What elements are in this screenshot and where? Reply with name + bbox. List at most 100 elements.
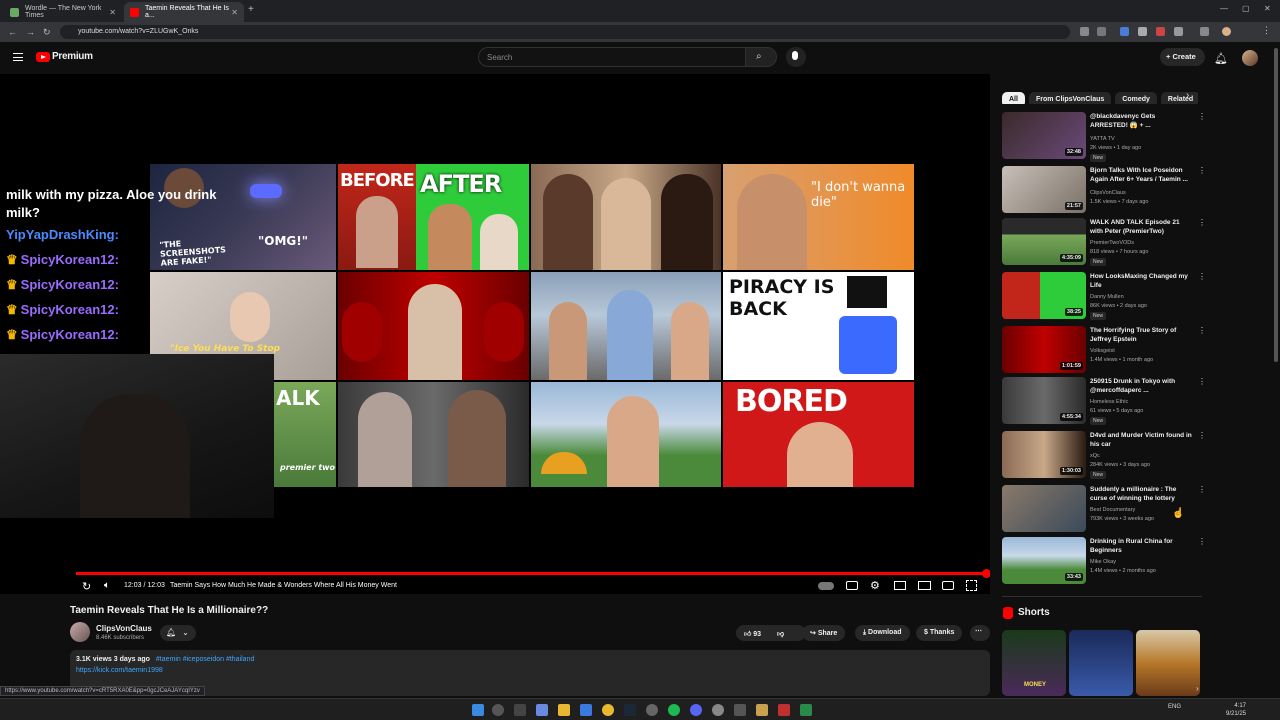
short-thumbnail[interactable]: [1069, 630, 1133, 696]
more-vertical-icon[interactable]: ⋮: [1198, 377, 1206, 386]
more-actions-button[interactable]: ⋯: [970, 625, 990, 641]
start-menu-icon[interactable]: [472, 704, 484, 716]
app-icon[interactable]: [800, 704, 812, 716]
widgets-icon[interactable]: [536, 704, 548, 716]
hamburger-menu-icon[interactable]: [13, 53, 23, 61]
app-icon[interactable]: [646, 704, 658, 716]
more-vertical-icon[interactable]: ⋮: [1198, 166, 1206, 175]
more-vertical-icon[interactable]: ⋮: [1198, 537, 1206, 546]
new-tab-icon[interactable]: +: [248, 4, 254, 15]
more-vertical-icon[interactable]: ⋮: [1198, 485, 1206, 494]
file-explorer-icon[interactable]: [558, 704, 570, 716]
chip-related[interactable]: Related: [1160, 92, 1198, 104]
thanks-button[interactable]: $ Thanks: [916, 625, 963, 641]
extension-icon[interactable]: [1156, 27, 1165, 36]
extension-icon[interactable]: [1120, 27, 1129, 36]
notifications-bell-icon[interactable]: 🔔︎: [1214, 52, 1228, 65]
close-tab-icon[interactable]: ✕: [231, 8, 238, 17]
channel-name[interactable]: ClipsVonClaus: [96, 624, 152, 633]
captions-icon[interactable]: [846, 581, 858, 590]
close-window-icon[interactable]: ✕: [1264, 4, 1271, 13]
search-button[interactable]: ⌕: [745, 47, 777, 67]
voice-search-button[interactable]: [786, 47, 806, 67]
recommendation-item[interactable]: 4:55:34 250915 Drunk in Tokyo with @merc…: [1002, 377, 1206, 427]
autoplay-toggle[interactable]: [818, 582, 834, 590]
chevron-right-icon[interactable]: ›: [1186, 90, 1189, 101]
hashtags[interactable]: #taemin #iceposeidon #thailand: [156, 656, 254, 663]
channel-avatar[interactable]: [70, 622, 90, 642]
short-thumbnail[interactable]: MONEY: [1002, 630, 1066, 696]
forward-icon[interactable]: →: [26, 27, 35, 37]
steam-icon[interactable]: [624, 704, 636, 716]
more-vertical-icon[interactable]: ⋮: [1198, 431, 1206, 440]
more-vertical-icon[interactable]: ⋮: [1198, 218, 1206, 227]
share-button[interactable]: ↪ Share: [802, 625, 846, 641]
miniplayer-icon[interactable]: [894, 581, 906, 590]
description-link[interactable]: https://kick.com/taemin1998: [76, 667, 984, 674]
extension-icon[interactable]: [1138, 27, 1147, 36]
settings-gear-icon[interactable]: ⚙: [870, 579, 880, 592]
chrome-icon[interactable]: [602, 704, 614, 716]
install-icon[interactable]: [1080, 27, 1089, 36]
app-icon[interactable]: [734, 704, 746, 716]
account-avatar[interactable]: [1242, 50, 1258, 66]
app-icon[interactable]: [712, 704, 724, 716]
progress-bar[interactable]: [76, 572, 986, 575]
page-scrollbar[interactable]: [1274, 48, 1278, 362]
replay-icon[interactable]: ↻: [82, 580, 91, 593]
recommendation-item[interactable]: 38:25 How LooksMaxing Changed my Life Da…: [1002, 272, 1206, 322]
fullscreen-icon[interactable]: [966, 580, 977, 591]
short-thumbnail[interactable]: [1136, 630, 1200, 696]
app-icon[interactable]: [756, 704, 768, 716]
url-field[interactable]: youtube.com/watch?v=ZLUGwK_Onks: [60, 25, 1070, 39]
recommendation-title: 250915 Drunk in Tokyo with @mercoffdaper…: [1090, 378, 1176, 394]
profile-avatar[interactable]: [1222, 27, 1231, 36]
more-vertical-icon[interactable]: ⋮: [1198, 326, 1206, 335]
description-box[interactable]: 3.1K views 3 days ago #taemin #iceposeid…: [70, 650, 990, 696]
progress-scrubber[interactable]: [982, 569, 990, 578]
cast-icon[interactable]: [942, 581, 954, 590]
like-button[interactable]: 👍︎ 93: [744, 631, 761, 638]
spotify-icon[interactable]: [668, 704, 680, 716]
chip-all[interactable]: All: [1002, 92, 1025, 104]
recommendation-item[interactable]: 1:30:03 D4vd and Murder Victim found in …: [1002, 431, 1206, 481]
chapter-title[interactable]: Taemin Says How Much He Made & Wonders W…: [170, 582, 397, 589]
maximize-icon[interactable]: ▢: [1242, 4, 1250, 13]
back-icon[interactable]: ←: [8, 27, 17, 37]
search-icon[interactable]: [492, 704, 504, 716]
tab-wordle[interactable]: Wordle — The New York Times ✕: [4, 2, 122, 22]
reload-icon[interactable]: ↻: [43, 27, 51, 38]
tab-youtube[interactable]: Taemin Reveals That He Is a... ✕: [124, 2, 244, 22]
youtube-logo-icon[interactable]: [36, 52, 50, 62]
subscription-bell-button[interactable]: 🔔︎ ⌄: [160, 625, 196, 641]
download-button[interactable]: ⤓ Download: [855, 625, 910, 641]
bookmark-star-icon[interactable]: [1097, 27, 1106, 36]
volume-icon[interactable]: 🔈︎: [104, 580, 110, 591]
discord-icon[interactable]: [690, 704, 702, 716]
extensions-puzzle-icon[interactable]: [1174, 27, 1183, 36]
recommendation-item[interactable]: 32:48 @blackdavenyc Gets ARRESTED! 😱 + .…: [1002, 112, 1206, 162]
sidepanel-icon[interactable]: [1200, 27, 1209, 36]
kebab-menu-icon[interactable]: ⋮: [1262, 25, 1271, 36]
store-icon[interactable]: [580, 704, 592, 716]
video-player[interactable]: "THE SCREENSHOTS ARE FAKE!" "OMG!" BEFOR…: [0, 74, 990, 594]
system-tray[interactable]: ENG: [1168, 704, 1181, 710]
search-input[interactable]: Search: [478, 47, 746, 67]
theater-mode-icon[interactable]: [918, 581, 931, 590]
recommendation-item[interactable]: 21:57 Bjorn Talks With Ice Poseidon Agai…: [1002, 166, 1206, 216]
close-tab-icon[interactable]: ✕: [109, 8, 116, 17]
chip-comedy[interactable]: Comedy: [1115, 92, 1157, 104]
chip-from-channel[interactable]: From ClipsVonClaus: [1028, 92, 1112, 104]
taskbar-clock[interactable]: 4:17 9/21/25: [1226, 702, 1246, 718]
recommendation-item[interactable]: 33:43 Drinking in Rural China for Beginn…: [1002, 537, 1206, 587]
create-button[interactable]: + Create: [1160, 48, 1205, 66]
shorts-next-icon[interactable]: ›: [1196, 684, 1199, 693]
more-vertical-icon[interactable]: ⋮: [1198, 272, 1206, 281]
minimize-icon[interactable]: —: [1220, 4, 1228, 13]
more-vertical-icon[interactable]: ⋮: [1198, 112, 1206, 121]
dislike-button[interactable]: 👎︎: [777, 631, 784, 638]
calendar-icon[interactable]: [778, 704, 790, 716]
recommendation-item[interactable]: 4:35:09 WALK AND TALK Episode 21 with Pe…: [1002, 218, 1206, 268]
recommendation-item[interactable]: 1:01:59 The Horrifying True Story of Jef…: [1002, 326, 1206, 376]
task-view-icon[interactable]: [514, 704, 526, 716]
